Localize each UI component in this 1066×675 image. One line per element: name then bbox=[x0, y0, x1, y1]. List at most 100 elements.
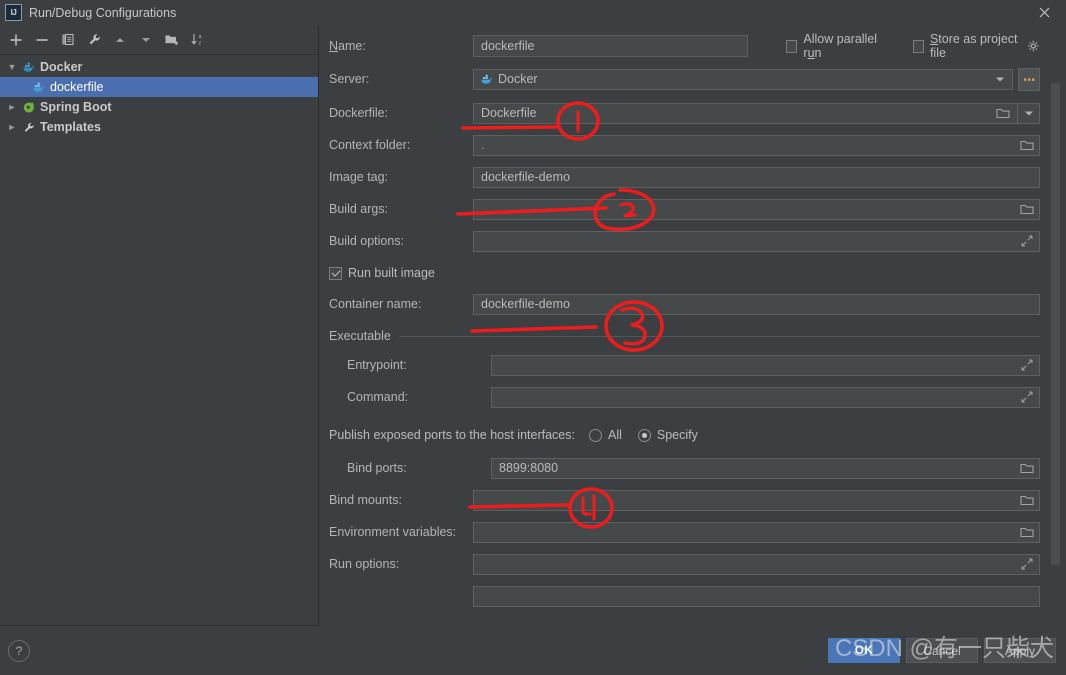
image-tag-label: Image tag: bbox=[329, 170, 389, 184]
add-configuration-button[interactable] bbox=[4, 28, 28, 52]
container-name-value: dockerfile-demo bbox=[481, 297, 570, 311]
tree-toolbar: a z bbox=[0, 25, 318, 54]
chevron-down-icon[interactable] bbox=[992, 72, 1008, 86]
run-options-field[interactable] bbox=[473, 553, 1040, 575]
docker-icon bbox=[30, 81, 48, 94]
dockerfile-dropdown-button[interactable] bbox=[1018, 102, 1040, 124]
name-row: NName:ame: dockerfile Allow parallel run… bbox=[329, 32, 1040, 60]
image-tag-value: dockerfile-demo bbox=[481, 170, 570, 184]
help-icon[interactable]: ? bbox=[8, 639, 30, 662]
docker-icon bbox=[474, 73, 494, 86]
image-tag-row: Image tag: dockerfile-demo bbox=[329, 166, 1040, 188]
move-into-folder-button[interactable] bbox=[160, 28, 184, 52]
expand-icon[interactable] bbox=[1019, 234, 1035, 248]
run-built-image-row: Run built image bbox=[329, 262, 1040, 284]
build-options-row: Build options: bbox=[329, 230, 1040, 252]
allow-parallel-run-checkbox[interactable]: Allow parallel run bbox=[786, 32, 885, 60]
publish-ports-row: Publish exposed ports to the host interf… bbox=[329, 424, 1040, 446]
expand-icon[interactable] bbox=[1019, 557, 1035, 571]
move-down-button[interactable] bbox=[134, 28, 158, 52]
checkbox-box bbox=[786, 39, 798, 53]
cancel-button[interactable]: Cancel bbox=[906, 638, 978, 663]
publish-ports-label: Publish exposed ports to the host interf… bbox=[329, 428, 575, 442]
gear-icon[interactable] bbox=[1027, 40, 1040, 53]
close-icon[interactable] bbox=[1022, 0, 1066, 25]
command-field[interactable] bbox=[491, 386, 1040, 408]
tree-node-label: dockerfile bbox=[50, 80, 104, 94]
tree-node-dockerfile[interactable]: dockerfile bbox=[0, 77, 318, 97]
container-name-row: Container name: dockerfile-demo bbox=[329, 293, 1040, 315]
store-as-project-file-checkbox[interactable]: Store as project file bbox=[912, 32, 1040, 60]
entrypoint-field[interactable] bbox=[491, 354, 1040, 376]
ok-button[interactable]: OK bbox=[828, 638, 900, 663]
folder-icon[interactable] bbox=[995, 106, 1011, 120]
environment-variables-field[interactable] bbox=[473, 521, 1040, 543]
bind-mounts-row: Bind mounts: bbox=[329, 489, 1040, 511]
copy-configuration-button[interactable] bbox=[56, 28, 80, 52]
container-name-field[interactable]: dockerfile-demo bbox=[473, 293, 1040, 315]
image-tag-field[interactable]: dockerfile-demo bbox=[473, 166, 1040, 188]
bind-ports-row: Bind ports: 8899:8080 bbox=[329, 457, 1040, 479]
server-browse-button[interactable] bbox=[1018, 67, 1040, 91]
dialog-body: a z ▼ Docker dockerfile ► Spring Boot ► … bbox=[0, 25, 1066, 626]
build-args-field[interactable] bbox=[473, 198, 1040, 220]
run-options-row: Run options: bbox=[329, 553, 1040, 575]
dockerfile-field[interactable]: Dockerfile bbox=[473, 102, 1018, 124]
apply-button[interactable]: Apply bbox=[984, 638, 1056, 663]
expand-icon[interactable] bbox=[1019, 390, 1035, 404]
bind-ports-label: Bind ports: bbox=[347, 461, 407, 475]
tree-node-docker[interactable]: ▼ Docker bbox=[0, 57, 318, 77]
docker-icon bbox=[20, 61, 38, 74]
wrench-icon bbox=[20, 121, 38, 134]
tree-node-label: Templates bbox=[40, 120, 101, 134]
edit-templates-button[interactable] bbox=[82, 28, 106, 52]
bind-mounts-label: Bind mounts: bbox=[329, 493, 402, 507]
dockerfile-label: Dockerfile: bbox=[329, 106, 389, 120]
name-value: dockerfile bbox=[481, 39, 535, 53]
run-built-image-label: Run built image bbox=[348, 266, 435, 280]
twisty-expanded-icon[interactable]: ▼ bbox=[4, 62, 20, 72]
build-args-label: Build args: bbox=[329, 202, 389, 216]
expand-icon[interactable] bbox=[1019, 358, 1035, 372]
folder-icon[interactable] bbox=[1019, 138, 1035, 152]
server-combobox[interactable]: Docker bbox=[473, 68, 1013, 90]
publish-ports-all-label: All bbox=[607, 428, 622, 442]
server-label: Server: bbox=[329, 72, 370, 86]
command-row: Command: bbox=[329, 386, 1040, 408]
executable-section-header: Executable bbox=[329, 328, 1040, 344]
run-built-image-checkbox[interactable]: Run built image bbox=[329, 266, 435, 280]
move-up-button[interactable] bbox=[108, 28, 132, 52]
tree-node-templates[interactable]: ► Templates bbox=[0, 117, 318, 137]
form-scrollbar-track[interactable] bbox=[1051, 50, 1063, 626]
sort-configurations-button[interactable]: a z bbox=[186, 28, 210, 52]
tree-node-label: Spring Boot bbox=[40, 100, 112, 114]
name-input[interactable]: dockerfile bbox=[473, 35, 748, 57]
bind-ports-field[interactable]: 8899:8080 bbox=[491, 457, 1040, 479]
executable-section-title: Executable bbox=[329, 329, 391, 343]
context-folder-field[interactable]: . bbox=[473, 134, 1040, 156]
title-bar: IJ Run/Debug Configurations bbox=[0, 0, 1066, 26]
publish-ports-specify-radio[interactable]: Specify bbox=[637, 428, 698, 442]
form-scrollbar-thumb[interactable] bbox=[1051, 83, 1060, 565]
build-options-field[interactable] bbox=[473, 230, 1040, 252]
tree-node-label: Docker bbox=[40, 60, 83, 74]
folder-icon[interactable] bbox=[1019, 202, 1035, 216]
tree-node-spring-boot[interactable]: ► Spring Boot bbox=[0, 97, 318, 117]
folder-icon[interactable] bbox=[1019, 493, 1035, 507]
entrypoint-label: Entrypoint: bbox=[347, 358, 407, 372]
configurations-tree[interactable]: ▼ Docker dockerfile ► Spring Boot ► Temp… bbox=[0, 54, 318, 626]
twisty-collapsed-icon[interactable]: ► bbox=[4, 102, 20, 112]
intellij-logo-icon: IJ bbox=[5, 4, 22, 21]
entrypoint-row: Entrypoint: bbox=[329, 354, 1040, 376]
remove-configuration-button[interactable] bbox=[30, 28, 54, 52]
dockerfile-row: Dockerfile: Dockerfile bbox=[329, 102, 1040, 124]
radio-circle bbox=[637, 428, 651, 442]
folder-icon[interactable] bbox=[1019, 525, 1035, 539]
bind-mounts-field[interactable] bbox=[473, 489, 1040, 511]
twisty-collapsed-icon[interactable]: ► bbox=[4, 122, 20, 132]
folder-icon[interactable] bbox=[1019, 461, 1035, 475]
clipped-field[interactable] bbox=[473, 585, 1040, 607]
spring-icon bbox=[20, 101, 38, 114]
name-label: NName:ame: bbox=[329, 39, 366, 53]
publish-ports-all-radio[interactable]: All bbox=[588, 428, 622, 442]
